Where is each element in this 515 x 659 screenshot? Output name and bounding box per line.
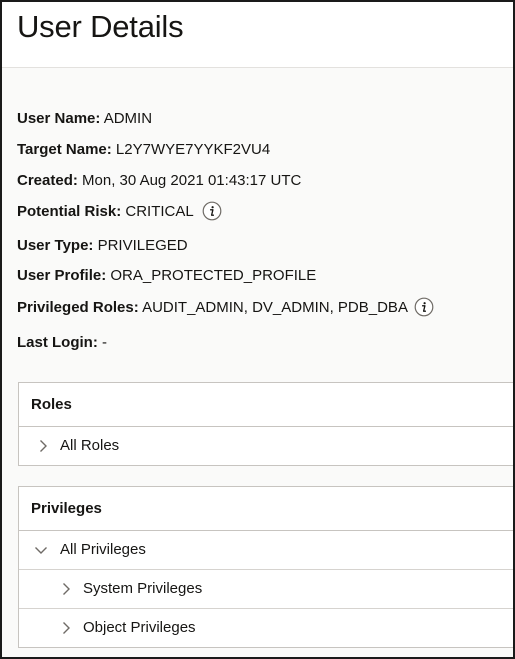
info-icon[interactable] xyxy=(202,201,222,221)
tree-item-object-privileges[interactable]: Object Privileges xyxy=(19,609,513,647)
privileged-roles-value: AUDIT_ADMIN, DV_ADMIN, PDB_DBA xyxy=(142,299,408,316)
user-type-label: User Type: xyxy=(17,237,94,254)
user-profile-label: User Profile: xyxy=(17,267,107,284)
tree-item-label: All Roles xyxy=(60,437,120,454)
created-value: Mon, 30 Aug 2021 01:43:17 UTC xyxy=(82,172,302,189)
user-name-row: User Name: ADMIN xyxy=(17,110,152,128)
tree-item-label: All Privileges xyxy=(60,541,146,558)
tree-item-all-roles[interactable]: All Roles xyxy=(19,427,513,465)
chevron-right-icon[interactable] xyxy=(59,621,73,635)
roles-panel: Roles All Roles xyxy=(18,382,513,466)
target-name-value: L2Y7WYE7YYKF2VU4 xyxy=(115,141,271,158)
potential-risk-value: CRITICAL xyxy=(125,203,194,220)
target-name-row: Target Name: L2Y7WYE7YYKF2VU4 xyxy=(17,141,270,159)
tree-item-system-privileges[interactable]: System Privileges xyxy=(19,570,513,609)
user-name-value: ADMIN xyxy=(103,110,153,127)
chevron-right-icon[interactable] xyxy=(59,582,73,596)
created-row: Created: Mon, 30 Aug 2021 01:43:17 UTC xyxy=(17,172,301,190)
tree-item-label: Object Privileges xyxy=(83,619,196,636)
chevron-down-icon[interactable] xyxy=(34,543,48,557)
last-login-value: - xyxy=(102,334,107,351)
potential-risk-label: Potential Risk: xyxy=(17,203,122,220)
user-details-window: User Details User Name: ADMIN Target Nam… xyxy=(0,0,515,659)
tree-item-all-privileges[interactable]: All Privileges xyxy=(19,531,513,570)
potential-risk-row: Potential Risk: CRITICAL xyxy=(17,201,222,221)
created-label: Created: xyxy=(17,172,78,189)
user-name-label: User Name: xyxy=(17,110,101,127)
tree-item-label: System Privileges xyxy=(83,580,203,597)
chevron-right-icon[interactable] xyxy=(36,439,50,453)
info-icon[interactable] xyxy=(414,297,434,317)
target-name-label: Target Name: xyxy=(17,141,112,158)
roles-panel-title: Roles xyxy=(19,383,513,427)
user-type-value: PRIVILEGED xyxy=(97,237,188,254)
user-profile-row: User Profile: ORA_PROTECTED_PROFILE xyxy=(17,267,316,285)
user-type-row: User Type: PRIVILEGED xyxy=(17,237,188,255)
page-title: User Details xyxy=(17,9,184,44)
user-profile-value: ORA_PROTECTED_PROFILE xyxy=(110,267,317,284)
privileges-panel-title: Privileges xyxy=(19,487,513,531)
last-login-row: Last Login: - xyxy=(17,334,107,352)
page-header: User Details xyxy=(2,2,513,68)
last-login-label: Last Login: xyxy=(17,334,98,351)
privileged-roles-row: Privileged Roles: AUDIT_ADMIN, DV_ADMIN,… xyxy=(17,297,434,317)
privileged-roles-label: Privileged Roles: xyxy=(17,299,139,316)
privileges-panel: Privileges All Privileges System Privile… xyxy=(18,486,513,648)
